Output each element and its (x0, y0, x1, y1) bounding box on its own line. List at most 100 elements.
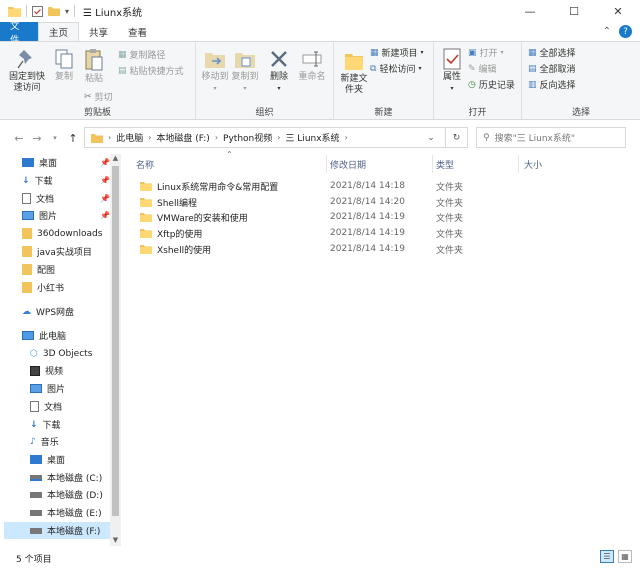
new-folder-button[interactable]: 新建文件夹 (338, 48, 370, 96)
column-header-size[interactable]: 大小 (524, 155, 604, 173)
quick-access-toolbar: ▾ (0, 5, 76, 17)
folder-icon (140, 245, 152, 254)
column-header-name[interactable]: 名称 (136, 155, 326, 173)
sidebar-item-pc-downloads[interactable]: ↓ 下载 (30, 416, 110, 433)
sidebar-item-3d-objects[interactable]: ⬡ 3D Objects (30, 345, 110, 362)
open-button[interactable]: ▣ 打开 ▾ (468, 46, 504, 60)
breadcrumb-python-videos[interactable]: Python视频 (223, 131, 272, 144)
history-button[interactable]: ◷ 历史记录 (468, 78, 515, 92)
sidebar-item-pc-pictures[interactable]: 图片 (30, 380, 110, 397)
address-bar[interactable]: › 此电脑 › 本地磁盘 (F:) › Python视频 › 三 Liunx系统… (84, 127, 468, 148)
table-row[interactable]: VMWare的安装和使用 2021/8/14 14:19 文件夹 (136, 209, 496, 225)
column-header-modified[interactable]: 修改日期 (330, 155, 430, 173)
navigation-row: ← → ▾ ↑ › 此电脑 › 本地磁盘 (F:) › Python视频 › 三… (0, 124, 640, 152)
sidebar-item-java-projects[interactable]: java实战项目 (22, 243, 110, 260)
up-arrow-icon[interactable]: ↑ (64, 132, 82, 145)
minimize-button[interactable]: — (508, 0, 552, 22)
scrollbar-thumb[interactable] (112, 166, 119, 516)
column-divider[interactable] (432, 155, 433, 173)
new-item-button[interactable]: ▦ 新建项目 ▾ (370, 46, 424, 60)
column-divider[interactable] (326, 155, 327, 173)
scroll-down-arrow-icon[interactable]: ▼ (110, 536, 121, 544)
sidebar-item-pictures[interactable]: 图片 📌 (22, 207, 110, 224)
column-header-type[interactable]: 类型 (436, 155, 516, 173)
sidebar-item-360downloads[interactable]: 360downloads (22, 225, 110, 242)
select-none-button[interactable]: ▤ 全部取消 (528, 62, 576, 76)
breadcrumb-separator-icon: › (148, 133, 152, 142)
back-arrow-icon[interactable]: ← (10, 132, 28, 145)
invert-selection-button[interactable]: ▥ 反向选择 (528, 78, 576, 92)
pinned-icon: 📌 (100, 194, 110, 203)
search-box[interactable]: ⚲ 搜索"三 Liunx系统" (476, 127, 626, 148)
new-folder-icon[interactable] (48, 6, 60, 16)
move-to-icon (205, 53, 225, 68)
recent-locations-icon[interactable]: ▾ (46, 134, 64, 142)
sidebar-item-drive-e[interactable]: 本地磁盘 (E:) (30, 504, 110, 521)
sidebar-item-documents[interactable]: 文档 📌 (22, 190, 110, 207)
tab-view[interactable]: 查看 (118, 22, 157, 41)
folder-icon (140, 213, 152, 222)
toolbar-separator (26, 5, 27, 17)
maximize-button[interactable]: ☐ (552, 0, 596, 22)
tab-home[interactable]: 主页 (38, 22, 80, 41)
paste-button[interactable]: 粘贴 (80, 48, 108, 85)
sidebar-item-drive-d[interactable]: 本地磁盘 (D:) (30, 486, 110, 503)
copy-to-button[interactable]: 复制到 ▾ (230, 48, 260, 94)
sidebar-item-pc-desktop[interactable]: 桌面 (30, 451, 110, 468)
folder-icon (140, 229, 152, 238)
properties-button[interactable]: 属性 ▾ (438, 48, 466, 94)
large-icons-view-icon[interactable]: ▦ (618, 550, 632, 563)
table-row[interactable]: Xshell的使用 2021/8/14 14:19 文件夹 (136, 241, 496, 257)
copy-button[interactable]: 复制 (50, 48, 78, 83)
delete-button[interactable]: 删除 ▾ (266, 48, 292, 94)
paste-shortcut-button[interactable]: ▤ 粘贴快捷方式 (118, 64, 184, 78)
sidebar-item-drive-c[interactable]: 本地磁盘 (C:) (30, 469, 110, 486)
breadcrumb-this-pc[interactable]: 此电脑 (116, 131, 143, 144)
folder-icon (8, 6, 21, 17)
move-to-button[interactable]: 移动到 ▾ (200, 48, 230, 94)
sidebar-item-xiaohongshu[interactable]: 小红书 (22, 279, 110, 296)
sidebar-item-drive-f[interactable]: 本地磁盘 (F:) (4, 522, 110, 539)
customize-toolbar-icon[interactable]: ▾ (65, 7, 69, 16)
tab-share[interactable]: 共享 (79, 22, 118, 41)
sidebar-item-wps-cloud[interactable]: ☁ WPS网盘 (22, 303, 110, 320)
rename-button[interactable]: 重命名 (296, 48, 328, 83)
breadcrumb-drive-f[interactable]: 本地磁盘 (F:) (156, 131, 209, 144)
table-row[interactable]: Xftp的使用 2021/8/14 14:19 文件夹 (136, 225, 496, 241)
cut-button[interactable]: ✂ 剪切 (84, 90, 113, 104)
pin-to-quick-access-button[interactable]: 固定到快速访问 (6, 48, 48, 94)
scissors-icon: ✂ (84, 91, 92, 102)
folder-icon (22, 228, 32, 239)
select-all-button[interactable]: ▦ 全部选择 (528, 46, 576, 60)
edit-button[interactable]: ✎ 编辑 (468, 62, 497, 76)
easy-access-button[interactable]: ⧉ 轻松访问 ▾ (370, 62, 421, 76)
refresh-icon[interactable]: ↻ (445, 128, 467, 147)
forward-arrow-icon[interactable]: → (28, 132, 46, 145)
copy-path-button[interactable]: ▦ 复制路径 (118, 48, 166, 62)
sidebar-item-videos[interactable]: 视频 (30, 362, 110, 379)
sidebar-item-music[interactable]: ♪ 音乐 (30, 433, 110, 450)
pinned-icon: 📌 (100, 176, 110, 185)
ribbon-collapse-icon[interactable]: ⌃ (603, 26, 611, 37)
table-row[interactable]: Shell编程 2021/8/14 14:20 文件夹 (136, 194, 496, 210)
properties-icon[interactable] (32, 5, 43, 17)
scroll-up-arrow-icon[interactable]: ▲ (110, 154, 121, 162)
search-placeholder: 搜索"三 Liunx系统" (494, 134, 575, 144)
navigation-pane-scrollbar[interactable]: ▲ ▼ (110, 154, 121, 546)
sidebar-item-desktop[interactable]: 桌面 📌 (22, 154, 110, 171)
help-icon[interactable]: ? (619, 25, 632, 38)
sidebar-item-downloads[interactable]: ↓ 下载 📌 (22, 172, 110, 189)
sidebar-item-this-pc[interactable]: 此电脑 (22, 327, 110, 344)
sidebar-item-pc-documents[interactable]: 文档 (30, 398, 110, 415)
folder-icon (22, 282, 32, 293)
table-row[interactable]: Linux系统常用命令&常用配置 2021/8/14 14:18 文件夹 (136, 178, 496, 194)
tab-file[interactable]: 文件 (0, 21, 38, 46)
close-button[interactable]: ✕ (596, 0, 640, 22)
column-divider[interactable] (518, 155, 519, 173)
details-view-icon[interactable]: ☰ (600, 550, 614, 563)
sidebar-item-images[interactable]: 配图 (22, 261, 110, 278)
edit-icon: ✎ (468, 63, 476, 74)
select-all-icon: ▦ (528, 47, 537, 58)
address-dropdown-icon[interactable]: ⌄ (422, 133, 440, 143)
breadcrumb-linux-system[interactable]: 三 Liunx系统 (285, 131, 339, 144)
